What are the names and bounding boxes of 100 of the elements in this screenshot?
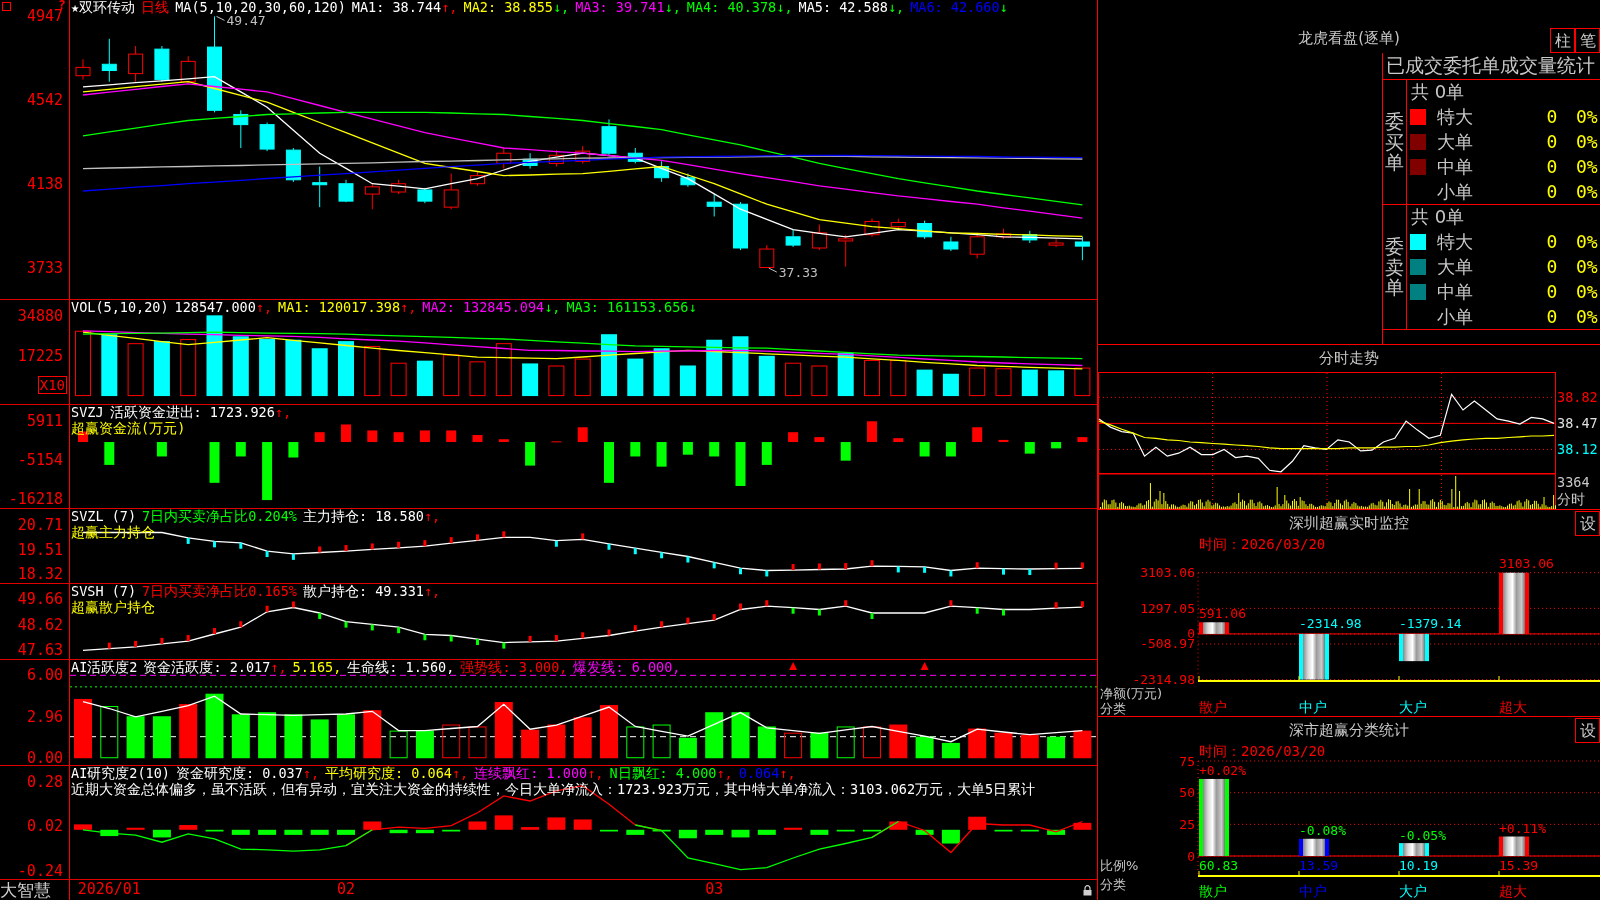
bar [288, 442, 299, 458]
order-count: 0 [1545, 181, 1559, 202]
legend-item: 资金研究度: 0.037↑, [175, 766, 320, 781]
bar [126, 716, 145, 759]
bar [836, 726, 855, 759]
bar [705, 712, 724, 759]
change-tick [265, 551, 269, 558]
bar [630, 442, 641, 457]
change-tick [370, 543, 374, 550]
bar [419, 430, 430, 443]
candle [233, 109, 249, 149]
bar [443, 354, 460, 397]
bar [1048, 370, 1065, 397]
axis-title: 分类 [1100, 876, 1126, 892]
bar [262, 442, 273, 501]
order-count: 0 [1545, 156, 1559, 177]
bar [415, 829, 434, 834]
candle [364, 183, 380, 210]
candle [917, 220, 933, 240]
change-tick [291, 553, 295, 560]
bar [836, 829, 855, 832]
change-tick [765, 570, 769, 577]
table-title: 已成交委托单成交量统计 [1383, 53, 1600, 80]
bar [916, 369, 933, 397]
bar [156, 442, 167, 457]
legend-item: AI活跃度2 [71, 660, 138, 675]
change-tick [633, 548, 637, 555]
bar [757, 726, 776, 759]
change-tick [476, 534, 479, 541]
bar [547, 817, 566, 830]
bar [180, 339, 197, 397]
bar [127, 343, 144, 397]
bar [311, 348, 328, 397]
change-tick [160, 637, 164, 644]
order-size-label: 中单 [1437, 154, 1474, 179]
axis-label: 19.51 [17, 541, 63, 558]
view-toggle-button[interactable]: 笔 [1575, 28, 1600, 53]
value-label: 591.06 [1199, 605, 1246, 621]
axis-label: 1297.05 [1140, 600, 1195, 616]
legend-item: 强势线: 3.000, [460, 660, 568, 675]
bar [837, 353, 854, 397]
bar [890, 359, 907, 397]
candle [522, 152, 538, 170]
bar [100, 829, 119, 837]
legend-item: SVSH (7) [71, 584, 137, 599]
bar [205, 693, 224, 759]
candle [417, 187, 433, 204]
bar [600, 705, 618, 759]
bar [341, 424, 351, 443]
bar [259, 339, 276, 397]
change-tick [739, 568, 742, 575]
candle [128, 45, 144, 83]
legend-item: MA1: 38.744↑, [351, 0, 458, 15]
candle [180, 55, 196, 85]
bar [652, 724, 671, 759]
bar [494, 702, 513, 759]
value-label: 60.83 [1199, 858, 1239, 873]
candle [627, 147, 643, 164]
axis-label: 38.82 [1557, 389, 1598, 406]
candle [285, 147, 301, 183]
lock-icon[interactable] [1083, 885, 1092, 896]
bar [626, 726, 645, 759]
bar [393, 432, 404, 443]
candle [575, 145, 591, 164]
price-annotation: 49.47 [226, 13, 266, 29]
change-tick [791, 607, 795, 614]
category-label: 中户 [1299, 699, 1327, 715]
change-tick [554, 635, 558, 642]
settings-button[interactable]: 设 [1575, 717, 1600, 743]
axis-title: 净额(万元) [1100, 685, 1163, 701]
bar [705, 829, 724, 835]
bar [231, 714, 250, 759]
candle [654, 160, 670, 183]
candle [259, 122, 275, 152]
legend-item: SVZL (7) [71, 509, 137, 524]
legend-item: N日飘红: 4.000↑, [609, 766, 733, 781]
settings-button[interactable]: 设 [1575, 510, 1600, 536]
axis-label: 0.28 [26, 774, 63, 791]
bar [968, 816, 987, 830]
change-tick [686, 556, 690, 563]
bar [231, 829, 250, 835]
bar [656, 442, 667, 467]
bar [446, 430, 457, 443]
view-toggle-button[interactable]: 柱 [1550, 28, 1575, 53]
order-size-label: 大单 [1437, 254, 1474, 279]
axis-label: 3733 [26, 260, 63, 277]
bar [604, 442, 614, 483]
bar [521, 729, 540, 759]
legend-item: AI研究度2(10) [71, 766, 170, 781]
bar [840, 442, 851, 461]
candle [996, 228, 1011, 240]
bar [235, 442, 246, 457]
bar [709, 442, 720, 457]
category-label: 超大 [1499, 699, 1527, 715]
axis-label: 0.02 [26, 818, 63, 835]
change-tick [397, 541, 401, 548]
bar [522, 363, 539, 397]
legend-item: 资金活跃度: 2.017↑, [143, 660, 287, 675]
bar [889, 821, 908, 830]
panel-title: 深圳超赢实时监控 [1289, 513, 1409, 533]
